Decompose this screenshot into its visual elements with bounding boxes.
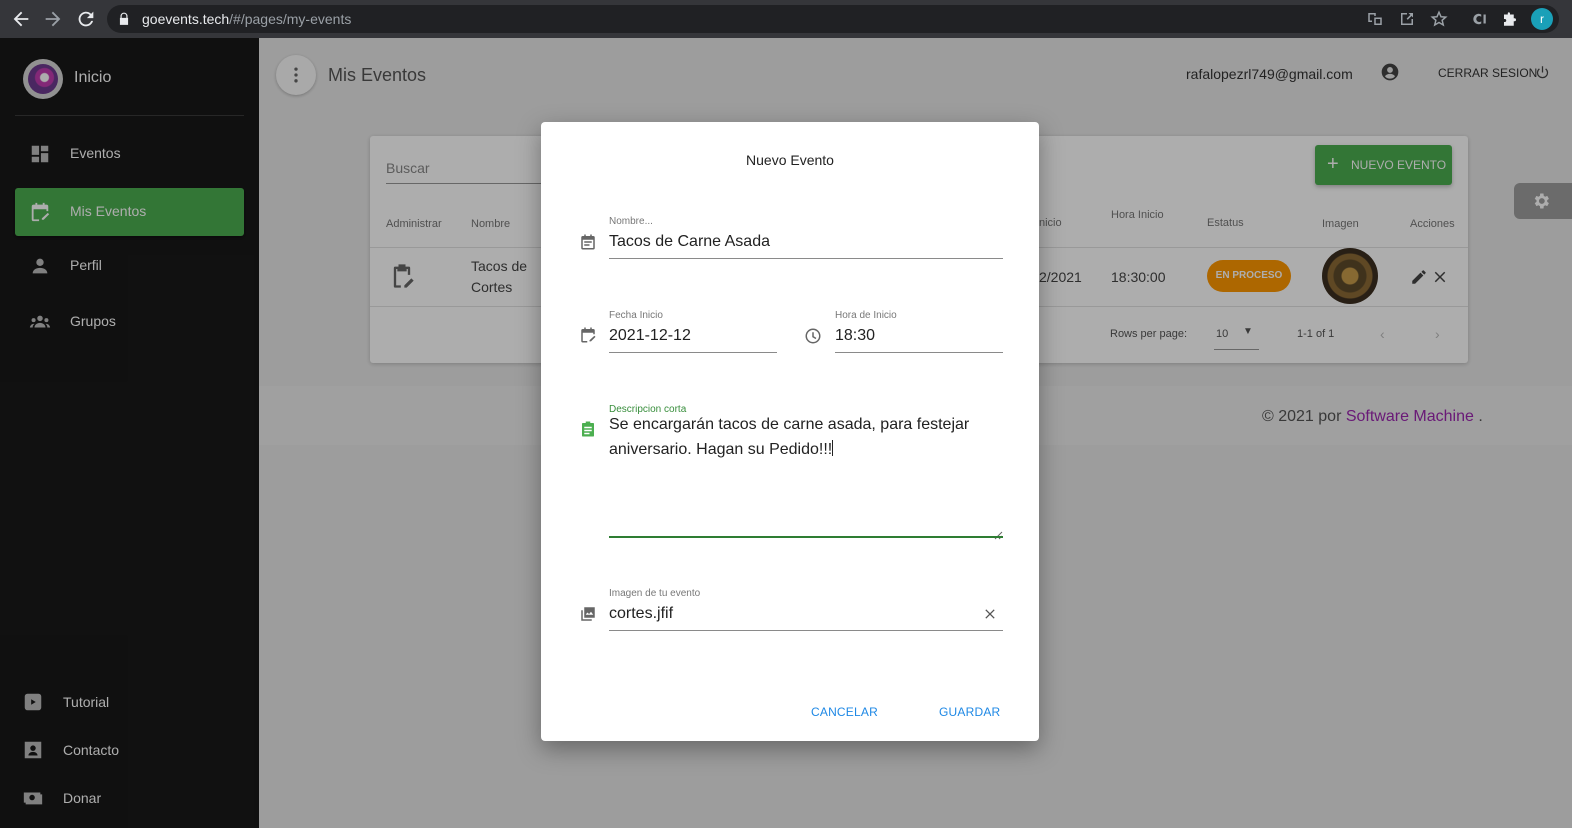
new-event-dialog: Nuevo Evento Nombre... Tacos de Carne As… [541, 122, 1039, 741]
name-field-underline [609, 258, 1003, 259]
star-icon[interactable] [1430, 10, 1448, 28]
time-field[interactable]: 18:30 [835, 327, 875, 345]
profile-avatar[interactable]: r [1531, 8, 1553, 30]
image-file-field[interactable]: cortes.jfif [609, 605, 673, 623]
lock-icon [117, 11, 131, 27]
save-button[interactable]: GUARDAR [939, 705, 1000, 719]
browser-toolbar: goevents.tech/#/pages/my-events r [0, 0, 1572, 38]
url-text[interactable]: goevents.tech/#/pages/my-events [142, 11, 351, 27]
forward-icon[interactable] [42, 8, 64, 30]
time-field-label: Hora de Inicio [835, 310, 897, 321]
name-field-label: Nombre... [609, 216, 653, 227]
description-text: Se encargarán tacos de carne asada, para… [609, 416, 970, 458]
cancel-button[interactable]: CANCELAR [811, 705, 878, 719]
text-caret [832, 440, 834, 456]
assignment-icon [579, 420, 597, 438]
time-field-underline [835, 352, 1003, 353]
image-field-label: Imagen de tu evento [609, 588, 701, 599]
extension-c-icon[interactable] [1470, 10, 1488, 28]
description-field-underline [609, 536, 1003, 538]
date-field-underline [609, 352, 777, 353]
event-calendar-icon [579, 233, 597, 251]
translate-icon[interactable] [1366, 10, 1384, 28]
name-field[interactable]: Tacos de Carne Asada [609, 233, 770, 251]
date-field-label: Fecha Inicio [609, 310, 663, 321]
clear-file-icon[interactable] [982, 606, 998, 622]
calendar-edit-icon [579, 326, 597, 344]
url-host: goevents.tech [142, 11, 230, 27]
dialog-title: Nuevo Evento [746, 152, 834, 168]
back-icon[interactable] [10, 8, 32, 30]
clock-icon [804, 327, 822, 345]
share-icon[interactable] [1398, 10, 1416, 28]
image-field-underline [609, 630, 1003, 631]
image-icon [579, 605, 597, 623]
description-field[interactable]: Se encargarán tacos de carne asada, para… [609, 412, 989, 462]
url-path: /#/pages/my-events [229, 11, 352, 27]
reload-icon[interactable] [75, 8, 97, 30]
date-field[interactable]: 2021-12-12 [609, 327, 691, 345]
puzzle-icon[interactable] [1501, 10, 1519, 28]
